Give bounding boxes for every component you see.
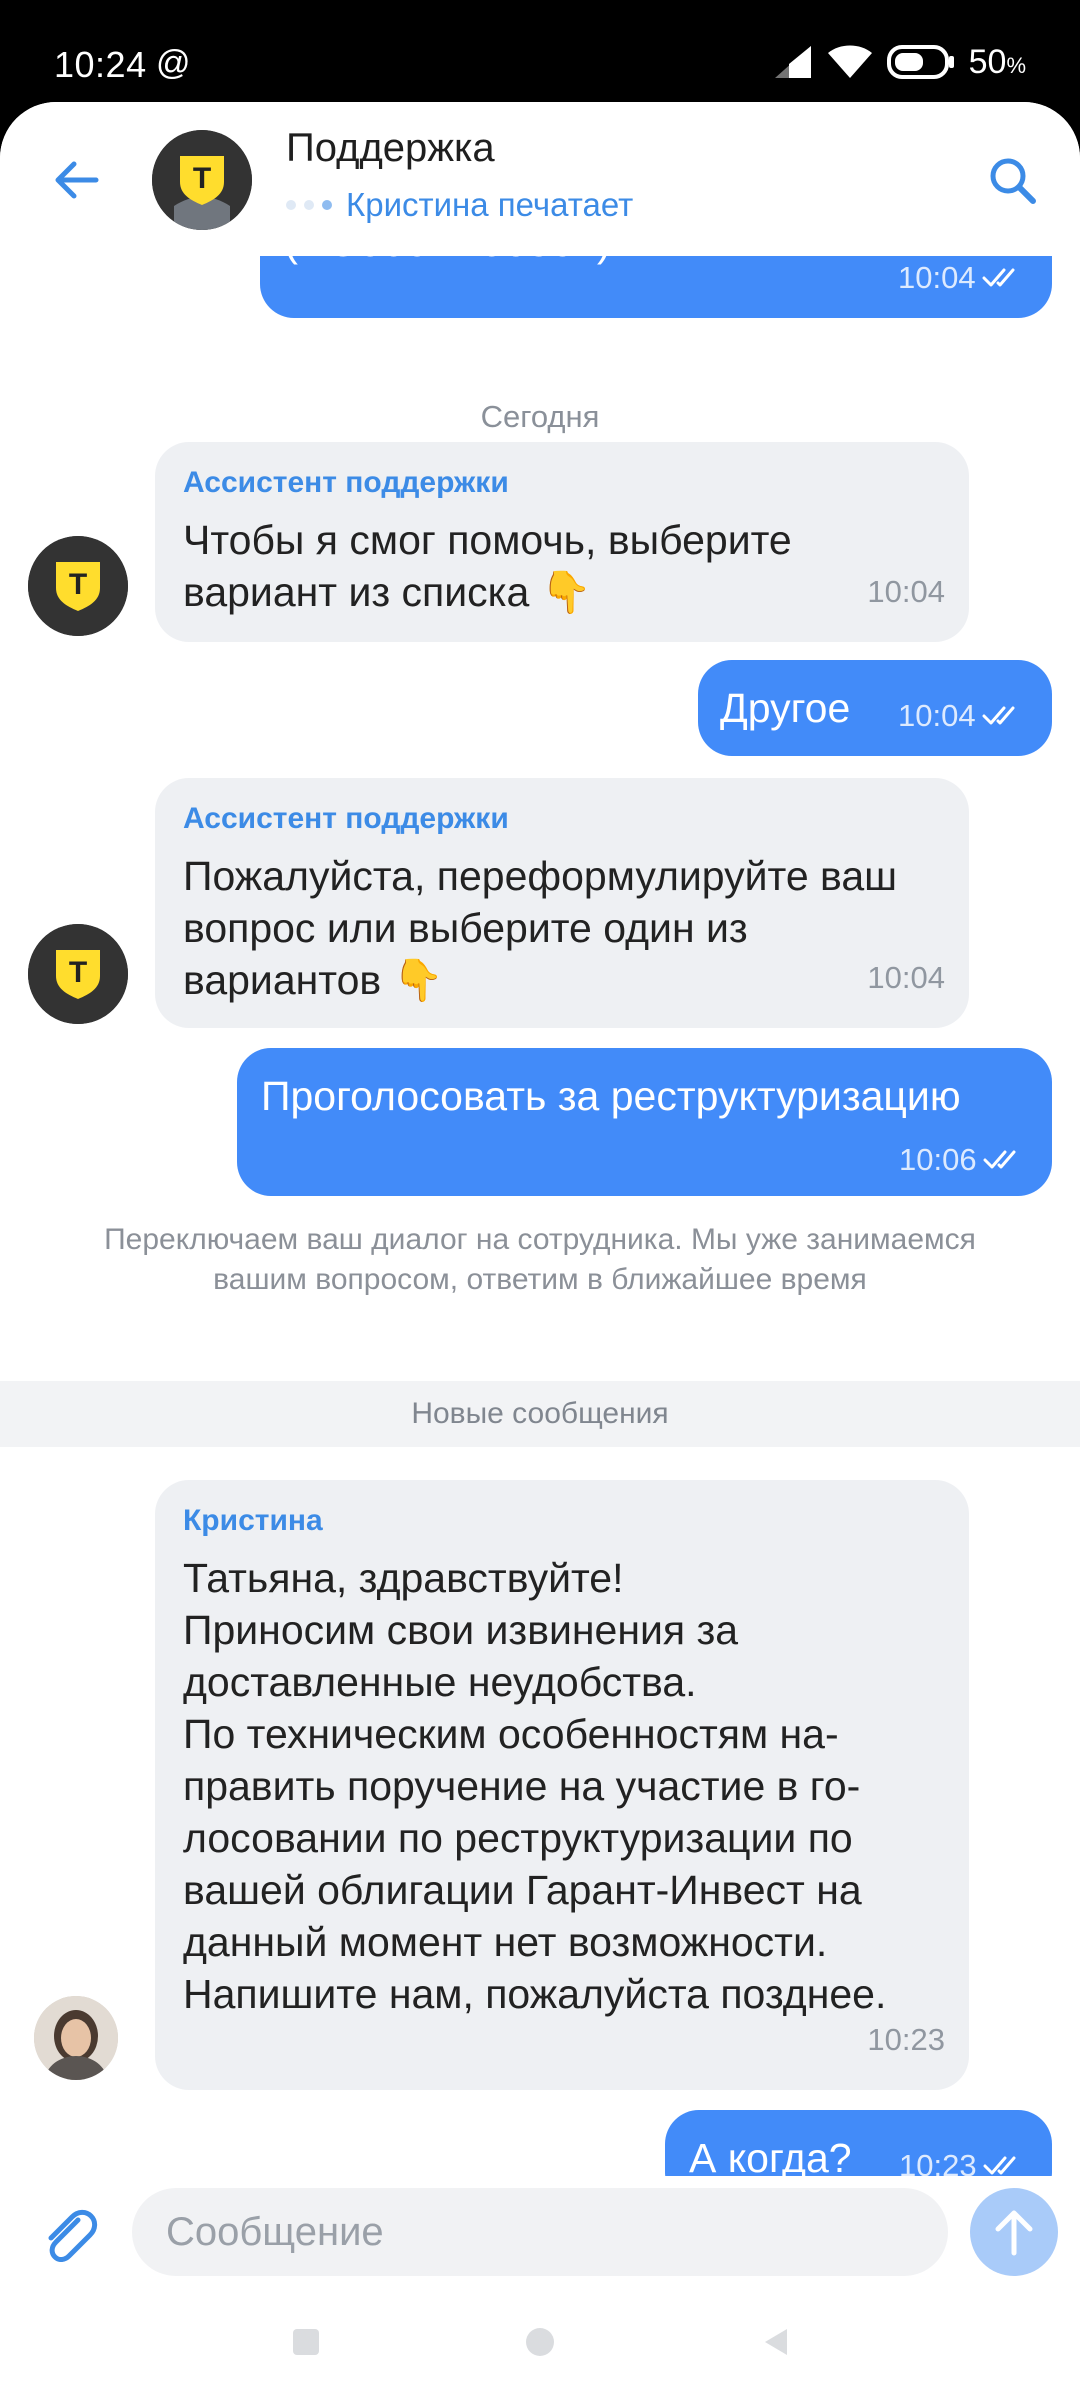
message-text: Чтобы я смог помочь, выберите вариант из… xyxy=(183,517,792,615)
arrow-up-icon xyxy=(995,2210,1033,2256)
at-sign-icon: @ xyxy=(156,44,191,82)
double-check-icon xyxy=(982,706,1015,725)
message-time: 10:04 xyxy=(898,256,1022,304)
message-text: Проголосовать за реструктуризацию xyxy=(261,1073,961,1119)
message-time: 10:04 xyxy=(867,960,945,995)
signal-icon xyxy=(774,46,811,78)
message-time: 10:06 xyxy=(899,1134,1023,1186)
paperclip-icon xyxy=(48,2209,98,2262)
message-text: А когда? xyxy=(689,2135,852,2176)
double-check-icon xyxy=(982,268,1015,287)
triangle-left-icon xyxy=(765,2329,787,2355)
status-bar: 10:24 @ 50% xyxy=(0,0,1080,115)
back-button[interactable] xyxy=(44,148,108,212)
message-list[interactable]: (RU000A106862) 10:04 Сегодня T Ассистент… xyxy=(0,256,1080,2176)
message-text: Другое xyxy=(720,685,851,731)
bank-shield-logo-icon: T xyxy=(152,130,252,230)
message-incoming[interactable]: Ассистент поддержки Чтобы я смог помочь,… xyxy=(155,442,969,642)
message-incoming[interactable]: Кристина Татьяна, здравствуйте! Приносим… xyxy=(155,1480,969,2090)
home-button[interactable] xyxy=(520,2322,560,2362)
message-outgoing[interactable]: (RU000A106862) 10:04 xyxy=(260,256,1052,318)
message-text: Пожалуйста, переформулируйте ваш вопрос … xyxy=(183,853,898,1003)
bank-shield-logo-icon: T xyxy=(28,924,128,1024)
battery-icon xyxy=(886,45,954,79)
message-input[interactable] xyxy=(132,2188,948,2276)
circle-icon xyxy=(526,2328,554,2356)
battery-percent: 50% xyxy=(968,42,1026,81)
nav-back-button[interactable] xyxy=(756,2322,796,2362)
message-sender: Кристина xyxy=(183,1504,323,1537)
message-outgoing[interactable]: А когда? 10:23 xyxy=(665,2110,1052,2176)
agent-avatar[interactable] xyxy=(34,1996,118,2080)
recents-button[interactable] xyxy=(286,2322,326,2362)
svg-text:T: T xyxy=(69,956,87,989)
system-message: Переключаем ваш диалог на сотрудника. Мы… xyxy=(104,1223,976,1296)
svg-text:T: T xyxy=(193,162,211,195)
composer xyxy=(0,2176,1080,2286)
search-icon xyxy=(990,158,1036,204)
status-time: 10:24 xyxy=(54,44,147,85)
attach-button[interactable] xyxy=(34,2198,102,2266)
message-time: 10:04 xyxy=(898,690,1022,742)
message-sender: Ассистент поддержки xyxy=(183,466,509,499)
chat-header: T Поддержка Кристина печатает xyxy=(0,102,1080,256)
chat-screen: T Поддержка Кристина печатает (RU000A106… xyxy=(0,102,1080,2400)
status-icons: 50% xyxy=(773,42,1026,82)
typing-status: Кристина печатает xyxy=(286,186,633,224)
date-separator: Сегодня xyxy=(460,392,620,442)
message-text: Татьяна, здравствуйте! Приносим свои изв… xyxy=(183,1555,887,2017)
double-check-icon xyxy=(983,2156,1016,2175)
svg-text:T: T xyxy=(69,568,87,601)
bot-avatar[interactable]: T xyxy=(28,536,128,636)
message-time: 10:23 xyxy=(867,2022,945,2057)
square-icon xyxy=(293,2329,319,2355)
bot-avatar[interactable]: T xyxy=(28,924,128,1024)
message-text: (RU000A106862) xyxy=(284,256,611,268)
message-outgoing[interactable]: Другое 10:04 xyxy=(698,660,1052,756)
message-outgoing[interactable]: Проголосовать за реструктуризацию 10:06 xyxy=(237,1048,1052,1196)
message-incoming[interactable]: Ассистент поддержки Пожалуйста, переформ… xyxy=(155,778,969,1028)
typing-status-text: Кристина печатает xyxy=(346,186,634,223)
send-button[interactable] xyxy=(970,2188,1058,2276)
double-check-icon xyxy=(983,1150,1016,1169)
message-time: 10:04 xyxy=(867,574,945,609)
search-button[interactable] xyxy=(980,148,1044,212)
support-avatar[interactable]: T xyxy=(152,130,252,230)
new-messages-divider: Новые сообщения xyxy=(0,1381,1080,1447)
system-navigation-bar xyxy=(0,2286,1080,2400)
agent-photo-icon xyxy=(34,1996,118,2080)
wifi-icon xyxy=(827,45,872,78)
arrow-left-icon xyxy=(55,161,99,199)
message-time: 10:23 xyxy=(899,2140,1023,2176)
bank-shield-logo-icon: T xyxy=(28,536,128,636)
message-sender: Ассистент поддержки xyxy=(183,802,509,835)
chat-title: Поддержка xyxy=(286,126,495,170)
typing-indicator-icon xyxy=(286,200,332,210)
